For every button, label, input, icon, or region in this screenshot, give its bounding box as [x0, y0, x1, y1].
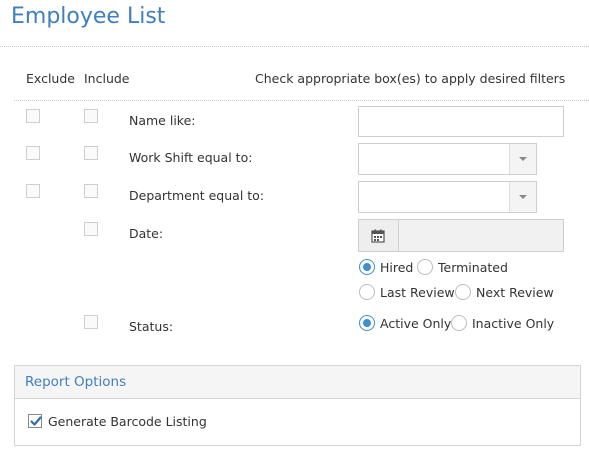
calendar-icon [371, 229, 385, 243]
report-options-header: Report Options [15, 366, 580, 399]
checkmark-icon [30, 416, 42, 426]
filters-hint: Check appropriate box(es) to apply desir… [255, 71, 566, 86]
status-include-checkbox[interactable] [84, 315, 98, 329]
name-input[interactable] [358, 106, 564, 137]
department-select[interactable] [358, 181, 537, 213]
date-label: Date: [129, 226, 164, 241]
terminated-radio[interactable] [417, 259, 433, 275]
header-divider [14, 100, 589, 101]
next-review-label[interactable]: Next Review [476, 285, 554, 300]
active-only-label[interactable]: Active Only [380, 316, 451, 331]
name-include-checkbox[interactable] [84, 109, 98, 123]
date-include-checkbox[interactable] [84, 222, 98, 236]
chevron-down-icon[interactable] [509, 182, 536, 212]
name-exclude-checkbox[interactable] [26, 109, 40, 123]
last-review-label[interactable]: Last Review [380, 285, 455, 300]
report-options-panel: Report Options Generate Barcode Listing [14, 365, 581, 446]
barcode-label[interactable]: Generate Barcode Listing [48, 414, 207, 429]
exclude-header: Exclude [26, 71, 75, 86]
department-include-checkbox[interactable] [84, 184, 98, 198]
last-review-radio[interactable] [359, 284, 375, 300]
title-divider [0, 46, 589, 47]
shift-label: Work Shift equal to: [129, 150, 253, 165]
active-only-radio[interactable] [359, 315, 375, 331]
department-label: Department equal to: [129, 188, 265, 203]
shift-include-checkbox[interactable] [84, 146, 98, 160]
shift-select[interactable] [358, 143, 537, 175]
inactive-only-label[interactable]: Inactive Only [472, 316, 554, 331]
date-field[interactable] [358, 219, 564, 252]
report-options-title: Report Options [25, 374, 127, 390]
page-title: Employee List [11, 4, 166, 29]
calendar-button[interactable] [359, 220, 399, 251]
inactive-only-radio[interactable] [451, 315, 467, 331]
chevron-down-icon[interactable] [509, 144, 536, 174]
barcode-checkbox[interactable] [28, 414, 42, 428]
hired-radio[interactable] [359, 259, 375, 275]
next-review-radio[interactable] [455, 284, 471, 300]
terminated-label[interactable]: Terminated [438, 260, 508, 275]
hired-label[interactable]: Hired [380, 260, 413, 275]
include-header: Include [84, 71, 130, 86]
shift-exclude-checkbox[interactable] [26, 146, 40, 160]
department-exclude-checkbox[interactable] [26, 184, 40, 198]
name-label: Name like: [129, 113, 196, 128]
status-label: Status: [129, 319, 174, 334]
